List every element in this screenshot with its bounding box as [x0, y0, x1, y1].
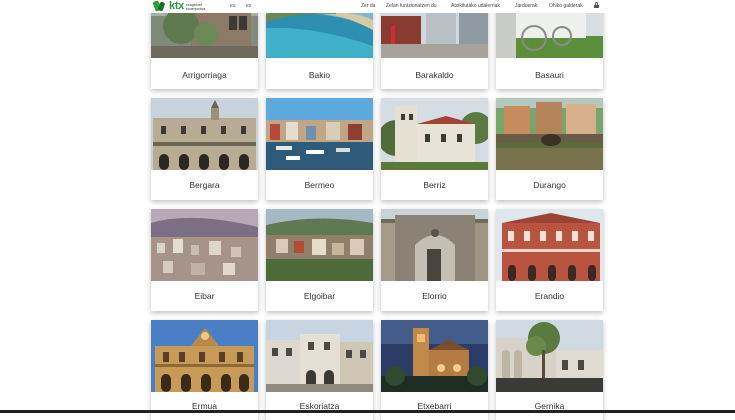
elgoibar-photo	[266, 209, 373, 281]
municipality-card-basauri[interactable]: Basauri	[496, 0, 603, 89]
municipality-card-berriz[interactable]: Berriz	[381, 98, 488, 200]
card-label: Eibar	[194, 291, 215, 301]
card-label: Basauri	[535, 70, 564, 80]
nav-zer-da[interactable]: Zer da	[361, 3, 375, 9]
municipality-card-barakaldo[interactable]: Barakaldo	[381, 0, 488, 89]
eibar-photo	[151, 209, 258, 281]
lang-eu-link[interactable]: eu	[230, 3, 236, 9]
municipality-card-eskoriatza[interactable]: Eskoriatza	[266, 320, 373, 420]
card-label: Arrigorriaga	[182, 70, 227, 80]
lang-es-link[interactable]: es	[246, 3, 251, 9]
municipality-card-durango[interactable]: Durango	[496, 98, 603, 200]
card-label: Berriz	[423, 180, 446, 190]
card-label: Bermeo	[304, 180, 335, 190]
lock-icon[interactable]	[594, 2, 599, 8]
municipality-card-arrigorriaga[interactable]: Arrigorriaga	[151, 0, 258, 89]
logo-subtext: eusgintzet kooerportiva	[186, 2, 206, 11]
municipality-card-etxebarri[interactable]: Etxebarri	[381, 320, 488, 420]
municipality-card-elgoibar[interactable]: Elgoibar	[266, 209, 373, 311]
municipality-card-bakio[interactable]: Bakio	[266, 0, 373, 89]
logo-text: ktx	[169, 0, 184, 12]
site-logo[interactable]: ktx eusgintzet kooerportiva	[152, 0, 208, 13]
nav-ohiko-galderak[interactable]: Ohiko galderak	[549, 3, 583, 9]
nav-jarduerak[interactable]: Jarduerak	[515, 3, 537, 9]
card-label: Elorrio	[422, 291, 447, 301]
municipality-card-ermua[interactable]: Ermua	[151, 320, 258, 420]
municipality-card-gernika[interactable]: Gernika	[496, 320, 603, 420]
berriz-photo	[381, 98, 488, 170]
card-label: Barakaldo	[415, 70, 454, 80]
card-label: Durango	[533, 180, 566, 190]
top-navbar: ktx eusgintzet kooerportiva eu es Zer da…	[0, 0, 735, 13]
gernika-photo	[496, 320, 603, 392]
card-label: Elgoibar	[303, 291, 336, 301]
bermeo-photo	[266, 98, 373, 170]
leaf-logo-icon	[152, 0, 166, 13]
card-label: Erandio	[534, 291, 565, 301]
nav-zelan-funtzionatzen-du[interactable]: Zelan funtzionatzen du	[386, 3, 437, 9]
card-label: Bergara	[189, 180, 220, 190]
municipality-card-bermeo[interactable]: Bermeo	[266, 98, 373, 200]
municipality-card-bergara[interactable]: Bergara	[151, 98, 258, 200]
municipality-card-erandio[interactable]: Erandio	[496, 209, 603, 311]
eskoriatza-photo	[266, 320, 373, 392]
etxebarri-photo	[381, 320, 488, 392]
card-label: Bakio	[308, 70, 331, 80]
erandio-photo	[496, 209, 603, 281]
municipality-card-elorrio[interactable]: Elorrio	[381, 209, 488, 311]
durango-photo	[496, 98, 603, 170]
bergara-photo	[151, 98, 258, 170]
ermua-photo	[151, 320, 258, 392]
elorrio-photo	[381, 209, 488, 281]
nav-atxikitutako-udalerriak[interactable]: Atxikitutako udalerriak	[451, 3, 500, 9]
municipality-card-eibar[interactable]: Eibar	[151, 209, 258, 311]
